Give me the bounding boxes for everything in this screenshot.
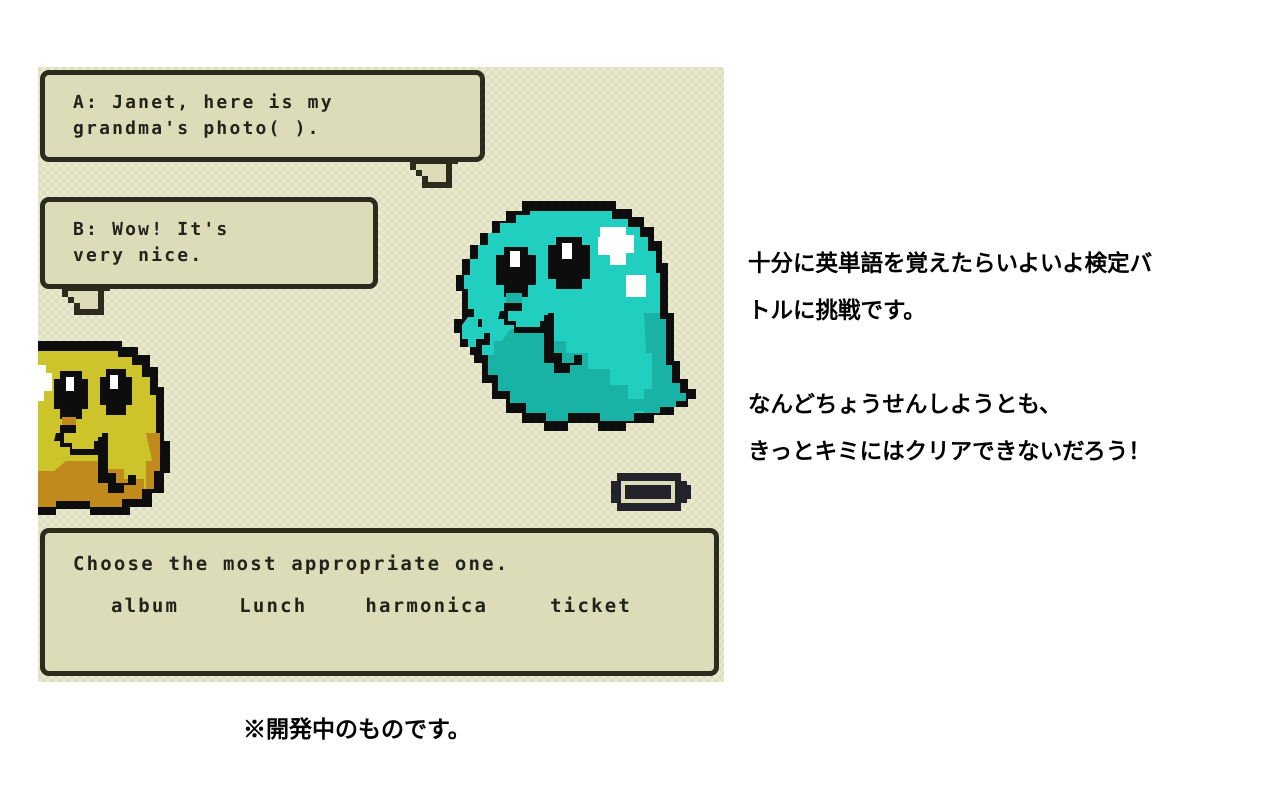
speech-bubble-b-tail [62, 286, 132, 324]
answer-option-harmonica[interactable]: harmonica [365, 595, 488, 617]
speech-bubble-a-line-2: grandma's photo( ). [73, 118, 321, 139]
side-paragraph-1-line-1: 十分に英単語を覚えたらいよいよ検定バ [748, 251, 1153, 276]
side-paragraph-2-line-1: なんどちょうせんしようとも、 [748, 392, 1062, 417]
side-text-spacer [748, 334, 1258, 381]
speech-bubble-b: B: Wow! It's very nice. [40, 197, 378, 289]
answer-option-album[interactable]: album [111, 595, 179, 617]
battery-full-icon [611, 473, 691, 511]
side-description-text: 十分に英単語を覚えたらいよいよ検定バ トルに挑戦です。 なんどちょうせんしようと… [748, 240, 1258, 475]
side-paragraph-1-line-2: トルに挑戦です。 [748, 298, 926, 323]
answer-options-row: album Lunch harmonica ticket [73, 595, 693, 617]
answer-option-ticket[interactable]: ticket [550, 595, 632, 617]
speech-bubble-a-tail [410, 159, 480, 197]
speech-bubble-a-line-1: A: Janet, here is my [73, 92, 334, 113]
yellow-ghost-character [38, 341, 170, 515]
speech-bubble-b-line-1: B: Wow! It's [73, 219, 230, 240]
speech-bubble-b-line-2: very nice. [73, 245, 204, 266]
speech-bubble-a: A: Janet, here is my grandma's photo( ). [40, 70, 485, 162]
game-screen: A: Janet, here is my grandma's photo( ).… [38, 67, 724, 682]
side-paragraph-2-line-2: きっとキミにはクリアできないだろう！ [748, 439, 1151, 464]
answer-option-lunch[interactable]: Lunch [239, 595, 307, 617]
footnote-development-notice: ※開発中のものです。 [243, 716, 471, 742]
teal-ghost-character [454, 201, 696, 431]
answer-prompt: Choose the most appropriate one. [73, 553, 510, 575]
answer-panel: Choose the most appropriate one. album L… [40, 528, 719, 676]
